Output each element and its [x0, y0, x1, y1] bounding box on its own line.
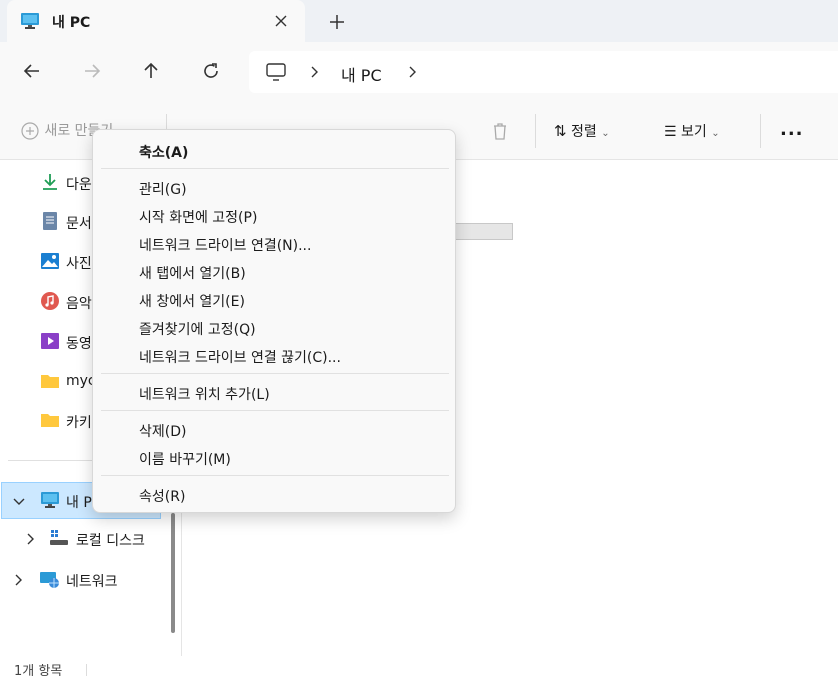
address-segment[interactable]: 내 PC	[341, 62, 382, 86]
add-circle-icon	[21, 122, 39, 140]
chevron-down-icon[interactable]	[12, 494, 26, 508]
sidebar-item-network[interactable]: 네트워크	[0, 568, 160, 592]
menu-item-pin-to-start[interactable]: 시작 화면에 고정(P)	[139, 207, 257, 227]
menu-item-open-new-window[interactable]: 새 창에서 열기(E)	[139, 291, 245, 311]
tab-strip: 내 PC	[0, 0, 838, 42]
sidebar-item-label: 동영	[66, 336, 92, 352]
sidebar-item-local-disk[interactable]: 로컬 디스크	[0, 527, 160, 551]
status-divider	[86, 664, 87, 676]
menu-separator	[101, 373, 449, 374]
toolbar-divider	[535, 114, 536, 148]
sort-label: 정렬	[571, 124, 597, 140]
sidebar-item-label: 로컬 디스크	[76, 533, 145, 549]
chevron-right-icon[interactable]	[24, 532, 36, 546]
refresh-icon[interactable]	[199, 59, 223, 83]
sidebar-item-label: 문서	[66, 216, 92, 232]
trash-icon[interactable]	[489, 120, 511, 142]
sidebar-item-label: 내 P	[66, 495, 92, 511]
tab-this-pc[interactable]: 내 PC	[7, 0, 305, 42]
menu-item-rename[interactable]: 이름 바꾸기(M)	[139, 449, 231, 469]
network-icon	[40, 572, 59, 588]
menu-separator	[101, 168, 449, 169]
menu-item-map-network-drive[interactable]: 네트워크 드라이브 연결(N)...	[139, 235, 311, 255]
view-button[interactable]: ☰ 보기 ⌄	[664, 121, 720, 141]
menu-item-delete[interactable]: 삭제(D)	[139, 421, 186, 441]
view-list-icon: ☰	[664, 124, 677, 140]
pictures-icon	[41, 253, 59, 269]
folder-icon	[41, 375, 59, 388]
toolbar-divider	[760, 114, 761, 148]
chevron-right-icon[interactable]	[12, 573, 24, 587]
hard-drive-icon	[50, 530, 68, 545]
up-arrow-icon[interactable]	[139, 59, 163, 83]
sidebar-item-label: 네트워크	[66, 574, 118, 590]
computer-icon	[41, 492, 59, 508]
sidebar-item-label: 음악	[66, 296, 92, 312]
computer-outline-icon	[266, 63, 286, 81]
status-item-count: 1개 항목	[14, 664, 63, 676]
menu-item-disconnect-network-drive[interactable]: 네트워크 드라이브 연결 끊기(C)...	[139, 347, 341, 367]
menu-item-properties[interactable]: 속성(R)	[139, 486, 185, 506]
sidebar-item-label: 카키	[66, 415, 92, 431]
menu-item-manage[interactable]: 관리(G)	[139, 179, 187, 199]
context-menu: 축소(A) 관리(G) 시작 화면에 고정(P) 네트워크 드라이브 연결(N)…	[92, 129, 456, 513]
sidebar-item-label: 다운	[66, 177, 92, 193]
menu-item-add-network-location[interactable]: 네트워크 위치 추가(L)	[139, 384, 270, 404]
music-icon	[41, 292, 59, 310]
download-icon	[43, 174, 57, 190]
chevron-right-icon[interactable]	[307, 65, 321, 79]
video-icon	[41, 333, 59, 349]
computer-icon	[21, 13, 39, 29]
drive-usage-bar	[455, 223, 513, 240]
menu-item-open-new-tab[interactable]: 새 탭에서 열기(B)	[139, 263, 246, 283]
sidebar-scrollbar[interactable]	[171, 513, 175, 633]
chevron-down-icon: ⌄	[601, 128, 610, 139]
close-icon[interactable]	[271, 11, 291, 31]
navigation-bar: 내 PC	[0, 42, 838, 102]
menu-item-pin-quick-access[interactable]: 즐겨찾기에 고정(Q)	[139, 319, 256, 339]
back-arrow-icon[interactable]	[20, 59, 44, 83]
document-icon	[43, 212, 57, 230]
sort-icon: ⇅	[554, 122, 567, 140]
view-label: 보기	[681, 124, 707, 140]
chevron-down-icon: ⌄	[711, 128, 720, 139]
sidebar-item-label: 사진	[66, 256, 92, 272]
tab-title: 내 PC	[52, 15, 91, 31]
forward-arrow-icon[interactable]	[80, 59, 104, 83]
menu-separator	[101, 475, 449, 476]
chevron-right-icon[interactable]	[405, 65, 419, 79]
more-options-button[interactable]: ...	[780, 119, 804, 140]
new-tab-icon[interactable]	[326, 11, 348, 33]
folder-icon	[41, 414, 59, 427]
sort-button[interactable]: ⇅ 정렬 ⌄	[554, 121, 610, 141]
menu-item-collapse[interactable]: 축소(A)	[139, 142, 188, 162]
menu-separator	[101, 410, 449, 411]
address-bar[interactable]: 내 PC	[249, 51, 838, 93]
pane-divider	[181, 513, 182, 656]
